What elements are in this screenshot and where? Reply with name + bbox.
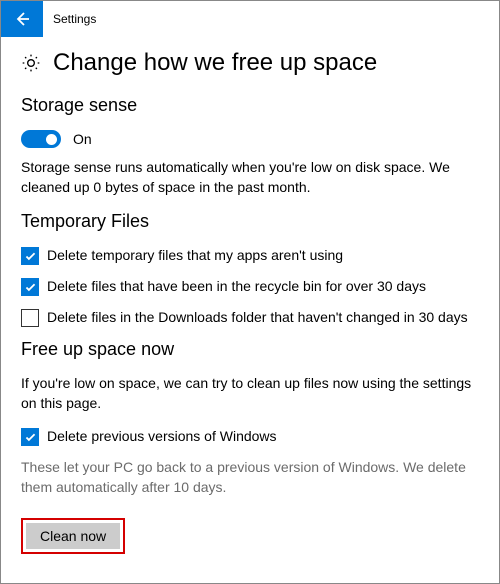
- toggle-label: On: [73, 131, 92, 147]
- free-up-note: These let your PC go back to a previous …: [21, 458, 479, 497]
- back-button[interactable]: [1, 1, 43, 37]
- checkbox-icon: [21, 247, 39, 265]
- storage-sense-toggle[interactable]: [21, 130, 61, 148]
- free-up-description: If you're low on space, we can try to cl…: [21, 374, 479, 413]
- checkbox-icon: [21, 278, 39, 296]
- checkbox-icon: [21, 428, 39, 446]
- back-arrow-icon: [14, 11, 30, 27]
- toggle-knob: [46, 134, 57, 145]
- checkbox-icon: [21, 309, 39, 327]
- app-title: Settings: [53, 12, 96, 26]
- checkbox-delete-previous-windows[interactable]: Delete previous versions of Windows: [21, 427, 479, 446]
- checkbox-label: Delete temporary files that my apps aren…: [47, 246, 343, 265]
- page-title: Change how we free up space: [53, 49, 377, 77]
- free-up-heading: Free up space now: [21, 339, 479, 360]
- checkbox-delete-downloads[interactable]: Delete files in the Downloads folder tha…: [21, 308, 479, 327]
- storage-sense-heading: Storage sense: [21, 95, 479, 116]
- checkbox-delete-temp-files[interactable]: Delete temporary files that my apps aren…: [21, 246, 479, 265]
- gear-icon: [21, 53, 41, 73]
- clean-now-button[interactable]: Clean now: [26, 523, 120, 549]
- temp-files-heading: Temporary Files: [21, 211, 479, 232]
- checkbox-label: Delete files in the Downloads folder tha…: [47, 308, 468, 327]
- checkbox-label: Delete files that have been in the recyc…: [47, 277, 426, 296]
- checkbox-label: Delete previous versions of Windows: [47, 427, 277, 446]
- checkbox-delete-recycle-bin[interactable]: Delete files that have been in the recyc…: [21, 277, 479, 296]
- storage-sense-description: Storage sense runs automatically when yo…: [21, 158, 479, 197]
- highlight-box: Clean now: [21, 518, 125, 554]
- title-bar: Settings: [1, 1, 499, 37]
